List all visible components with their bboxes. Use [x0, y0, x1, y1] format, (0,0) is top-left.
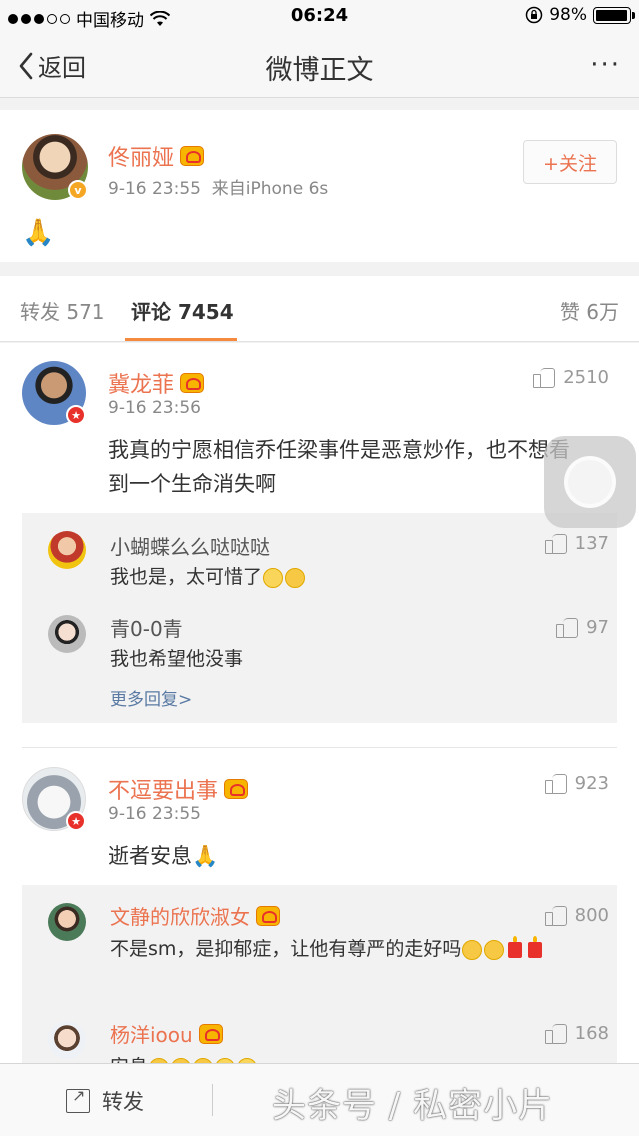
more-replies-link[interactable]: 更多回复> — [110, 685, 192, 710]
reply-text-content: 我也是，太可惜了 — [110, 566, 263, 588]
thumbs-up-icon — [533, 367, 556, 388]
thumbs-up-icon — [544, 773, 567, 794]
vip-crown-icon — [224, 779, 249, 799]
vip-crown-icon — [180, 373, 205, 393]
reply-box: 文静的欣欣淑女 不是sm，是抑郁症，让他有尊严的走好吗 800 杨洋ioou 1… — [22, 885, 617, 1063]
commenter-name[interactable]: 冀龙菲 — [108, 367, 205, 399]
replier-name[interactable]: 文静的欣欣淑女 — [110, 901, 280, 930]
more-menu-button[interactable]: ··· — [590, 50, 621, 80]
candle-icon — [508, 935, 523, 958]
watermark-text: 头条号 / 私密小片 — [272, 1086, 554, 1126]
like-button[interactable]: 97 — [556, 617, 609, 638]
replier-avatar[interactable] — [48, 531, 86, 569]
like-count: 2510 — [563, 367, 609, 388]
reply-text: 安息 — [110, 1051, 258, 1063]
weibo-post-screen: 中国移动 06:24 98% 返回 微博正文 ··· v 佟丽娅 9-16 23… — [0, 0, 639, 1136]
author-name[interactable]: 佟丽娅 — [108, 140, 205, 172]
battery-level — [596, 9, 628, 21]
vip-crown-icon — [180, 146, 205, 166]
thumbs-up-icon — [544, 1023, 567, 1044]
like-count: 97 — [586, 617, 609, 638]
reply-text: 我也是，太可惜了 — [110, 561, 306, 593]
active-tab-indicator — [125, 338, 237, 341]
assistive-touch-button[interactable] — [544, 436, 636, 528]
like-button[interactable]: 800 — [544, 905, 609, 926]
comment-text: 逝者安息🙏 — [108, 844, 219, 868]
reply-text-content: 安息 — [110, 1056, 148, 1063]
battery-percent: 98% — [549, 5, 587, 25]
sad-emoji-icon — [285, 567, 306, 588]
post-content: 🙏 — [22, 218, 55, 248]
reply-text: 我也希望他没事 — [110, 648, 244, 670]
orientation-lock-icon — [525, 6, 543, 24]
tab-repost[interactable]: 转发 571 — [20, 296, 105, 325]
like-count: 923 — [574, 773, 609, 794]
thumbs-up-icon — [544, 905, 567, 926]
repost-icon — [66, 1086, 90, 1113]
author-name-text: 佟丽娅 — [108, 146, 175, 171]
replier-avatar[interactable] — [48, 615, 86, 653]
tab-like[interactable]: 赞 6万 — [560, 296, 619, 325]
post-card: v 佟丽娅 9-16 23:55 来自iPhone 6s +关注 🙏 — [0, 110, 639, 262]
verified-badge-icon: ★ — [66, 405, 86, 425]
comment-text-line: 我真的宁愿相信乔任梁事件是恶意炒作，也不想看 — [108, 438, 570, 462]
replier-name[interactable]: 青0-0青 — [110, 613, 183, 642]
like-button[interactable]: 923 — [544, 773, 609, 794]
comment-text-line: 到一个生命消失啊 — [108, 472, 276, 496]
nav-bar: 返回 微博正文 ··· — [0, 32, 639, 98]
reply-text: 不是sm，是抑郁症，让他有尊严的走好吗 — [110, 933, 590, 965]
like-count: 137 — [574, 533, 609, 554]
replier-name[interactable]: 杨洋ioou — [110, 1019, 223, 1048]
toolbar-divider — [212, 1084, 213, 1116]
interaction-tabs: 转发 571 评论 7454 赞 6万 — [0, 276, 639, 342]
bottom-toolbar: 转发 头条号 / 私密小片 — [0, 1063, 639, 1136]
like-count: 168 — [574, 1023, 609, 1044]
comment-divider — [22, 747, 617, 748]
assistive-touch-icon — [564, 456, 616, 508]
replier-name[interactable]: 小蝴蝶么么哒哒哒 — [110, 531, 270, 560]
like-button[interactable]: 2510 — [533, 367, 609, 388]
replier-avatar[interactable] — [48, 1021, 86, 1059]
status-right: 98% — [525, 5, 635, 25]
follow-button[interactable]: +关注 — [523, 140, 617, 184]
commenter-name-text: 冀龙菲 — [108, 373, 175, 398]
reply-box: 小蝴蝶么么哒哒哒 我也是，太可惜了 137 青0-0青 我也希望他没事 97 更… — [22, 513, 617, 723]
comment-list: ★ 冀龙菲 9-16 23:56 2510 我真的宁愿相信乔任梁事件是恶意炒作，… — [0, 343, 639, 1063]
vip-crown-icon — [256, 905, 280, 926]
comment-time: 9-16 23:56 — [108, 398, 201, 418]
replier-avatar[interactable] — [48, 903, 86, 941]
replier-name-text: 文静的欣欣淑女 — [110, 905, 250, 929]
like-count: 800 — [574, 905, 609, 926]
verified-badge-icon: ★ — [66, 811, 86, 831]
page-title: 微博正文 — [265, 55, 374, 86]
repost-label: 转发 — [102, 1090, 144, 1114]
battery-icon — [593, 6, 635, 24]
verified-badge-icon: v — [68, 180, 88, 200]
more-dots-icon: ··· — [590, 50, 621, 80]
repost-button[interactable]: 转发 — [66, 1086, 144, 1116]
comment-time: 9-16 23:55 — [108, 804, 201, 824]
like-button[interactable]: 168 — [544, 1023, 609, 1044]
sad-emoji-icon — [484, 939, 505, 960]
reply-text-content: 不是sm，是抑郁症，让他有尊严的走好吗 — [110, 938, 462, 960]
candle-icon — [528, 935, 543, 958]
replier-name-text: 杨洋ioou — [110, 1023, 193, 1047]
sad-emoji-icon — [462, 939, 483, 960]
like-button[interactable]: 137 — [544, 533, 609, 554]
commenter-name-text: 不逗要出事 — [108, 779, 219, 804]
crying-emoji-icon — [263, 567, 284, 588]
tab-comment[interactable]: 评论 7454 — [131, 296, 234, 325]
vip-crown-icon — [198, 1023, 223, 1044]
thumbs-up-icon — [544, 533, 567, 554]
post-meta: 9-16 23:55 来自iPhone 6s — [108, 179, 329, 199]
status-bar: 中国移动 06:24 98% — [0, 0, 639, 32]
thumbs-up-icon — [556, 617, 579, 638]
commenter-name[interactable]: 不逗要出事 — [108, 773, 249, 805]
